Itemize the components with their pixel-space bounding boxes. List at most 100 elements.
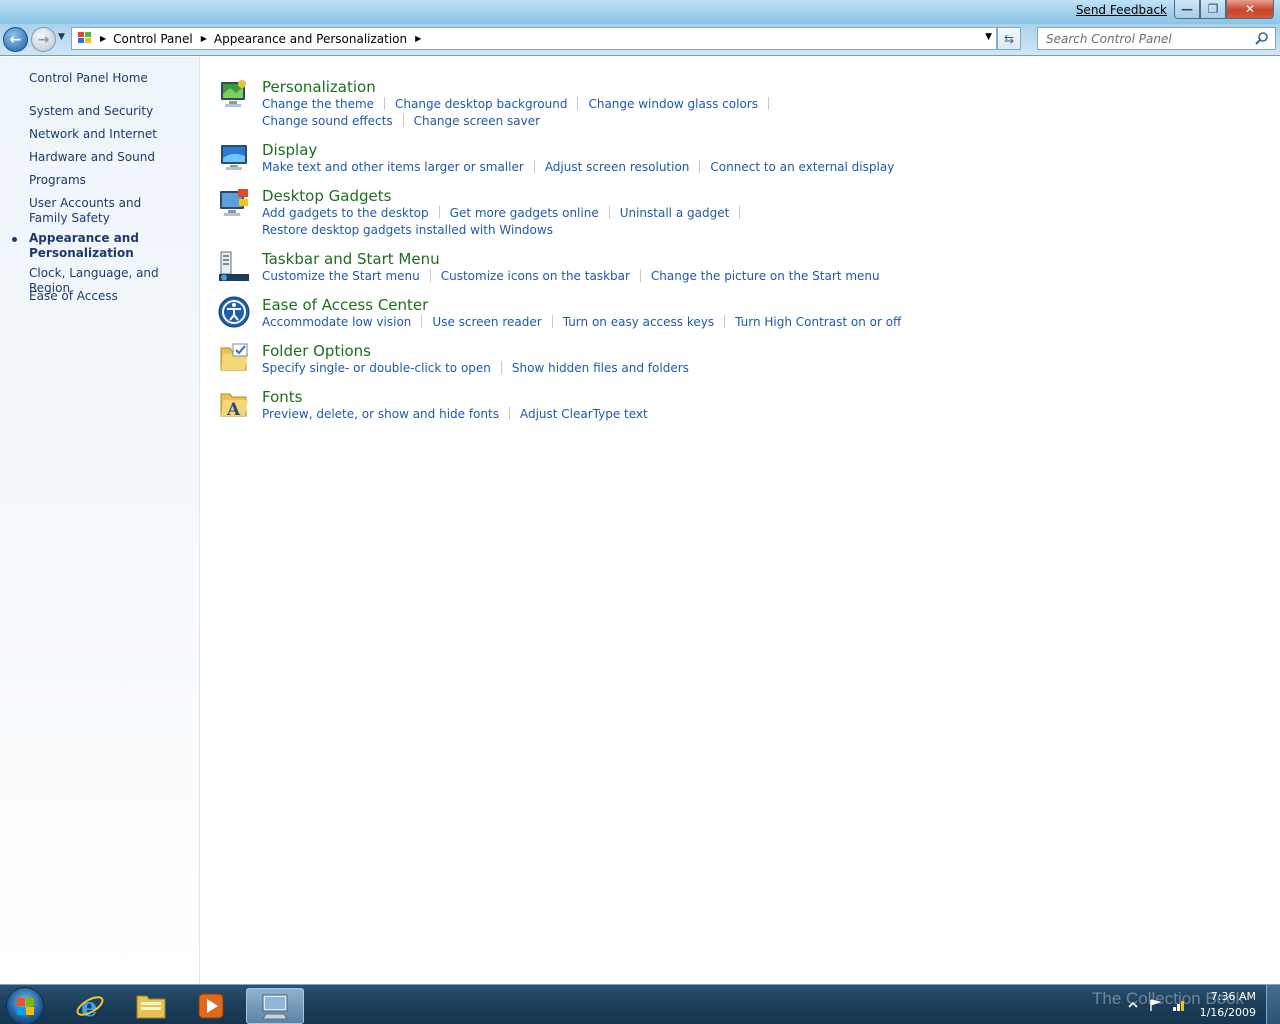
search-input[interactable]: Search Control Panel <box>1037 27 1276 50</box>
personalization-links-row-2: Change sound effects Change screen saver <box>262 114 540 128</box>
breadcrumb-separator-icon[interactable]: ▶ <box>100 34 106 43</box>
show-hidden-files-link[interactable]: Show hidden files and folders <box>512 361 689 375</box>
taskbar: e The Collection Book 7:36 AM 1/16/2009 <box>0 984 1280 1024</box>
easy-access-keys-link[interactable]: Turn on easy access keys <box>563 315 714 329</box>
change-desktop-background-link[interactable]: Change desktop background <box>395 97 567 111</box>
high-contrast-link[interactable]: Turn High Contrast on or off <box>735 315 901 329</box>
add-gadgets-link[interactable]: Add gadgets to the desktop <box>262 206 429 220</box>
clock-date: 1/16/2009 <box>1199 1006 1256 1019</box>
link-divider <box>577 97 579 110</box>
folder-options-icon <box>220 343 248 371</box>
left-navigation-pane: Control Panel Home System and Security N… <box>0 57 200 984</box>
accommodate-low-vision-link[interactable]: Accommodate low vision <box>262 315 411 329</box>
link-divider <box>384 97 386 110</box>
sidebar-item-user-accounts[interactable]: User Accounts and Family Safety <box>29 196 179 226</box>
taskbar-links-row-1: Customize the Start menu Customize icons … <box>262 269 880 283</box>
sidebar-item-appearance-current: Appearance and Personalization <box>29 231 139 260</box>
search-icon[interactable] <box>1255 31 1269 45</box>
customize-taskbar-icons-link[interactable]: Customize icons on the taskbar <box>441 269 630 283</box>
sidebar-item-hardware-sound[interactable]: Hardware and Sound <box>29 150 194 165</box>
address-dropdown-icon[interactable]: ▼ <box>985 32 992 42</box>
desktop-gadgets-title[interactable]: Desktop Gadgets <box>262 187 391 205</box>
link-divider <box>429 269 431 282</box>
link-divider <box>739 206 741 219</box>
current-page-bullet-icon <box>12 237 17 242</box>
folder-options-title[interactable]: Folder Options <box>262 342 371 360</box>
tray-clock[interactable]: 7:36 AM 1/16/2009 <box>1200 989 1256 1021</box>
ease-of-access-center-title[interactable]: Ease of Access Center <box>262 296 428 314</box>
change-theme-link[interactable]: Change the theme <box>262 97 374 111</box>
personalization-title[interactable]: Personalization <box>262 78 376 96</box>
show-desktop-button[interactable] <box>1266 985 1280 1024</box>
taskbar-windows-explorer[interactable] <box>122 988 180 1024</box>
change-start-menu-picture-link[interactable]: Change the picture on the Start menu <box>651 269 880 283</box>
forward-button[interactable]: → <box>31 27 56 52</box>
sidebar-item-ease-of-access[interactable]: Ease of Access <box>29 289 194 304</box>
gadgets-links-row-2: Restore desktop gadgets installed with W… <box>262 223 553 237</box>
gadgets-icon <box>220 189 248 216</box>
change-screen-saver-link[interactable]: Change screen saver <box>414 114 541 128</box>
clock-time: 7:36 AM <box>1210 990 1256 1003</box>
link-divider <box>767 97 769 110</box>
navigation-bar: ← → ▼ ▶ Control Panel ▶ Appearance and P… <box>0 24 1280 56</box>
media-player-icon <box>198 993 224 1019</box>
preview-fonts-link[interactable]: Preview, delete, or show and hide fonts <box>262 407 499 421</box>
uninstall-gadget-link[interactable]: Uninstall a gadget <box>620 206 730 220</box>
display-icon <box>221 145 247 170</box>
customize-start-menu-link[interactable]: Customize the Start menu <box>262 269 420 283</box>
taskbar-internet-explorer[interactable]: e <box>61 988 119 1024</box>
change-window-glass-colors-link[interactable]: Change window glass colors <box>588 97 758 111</box>
maximize-button[interactable]: ❐ <box>1200 0 1226 19</box>
link-divider <box>500 361 502 374</box>
adjust-screen-resolution-link[interactable]: Adjust screen resolution <box>545 160 690 174</box>
personalization-icon <box>221 80 246 107</box>
recent-pages-dropdown[interactable]: ▼ <box>58 32 65 42</box>
svg-text:A: A <box>226 400 241 420</box>
use-screen-reader-link[interactable]: Use screen reader <box>432 315 541 329</box>
adjust-cleartype-link[interactable]: Adjust ClearType text <box>520 407 648 421</box>
fonts-title[interactable]: Fonts <box>262 388 302 406</box>
action-center-flag-icon[interactable] <box>1148 998 1162 1012</box>
breadcrumb-separator-icon[interactable]: ▶ <box>415 34 421 43</box>
minimize-button[interactable]: — <box>1174 0 1200 19</box>
windows-logo-icon <box>26 1007 34 1015</box>
ease-of-access-icon <box>218 296 250 328</box>
fonts-links-row-1: Preview, delete, or show and hide fonts A… <box>262 407 648 421</box>
taskbar-media-player[interactable] <box>182 988 240 1024</box>
refresh-icon: ⇆ <box>1003 31 1015 46</box>
make-text-larger-link[interactable]: Make text and other items larger or smal… <box>262 160 524 174</box>
ease-access-links-row-1: Accommodate low vision Use screen reader T… <box>262 315 901 329</box>
connect-external-display-link[interactable]: Connect to an external display <box>710 160 894 174</box>
window-title-bar: Send Feedback — ❐ ✕ <box>0 0 1280 24</box>
send-feedback-link[interactable]: Send Feedback <box>1076 3 1167 17</box>
start-button[interactable] <box>6 987 44 1024</box>
refresh-button[interactable]: ⇆ <box>997 27 1021 50</box>
link-divider <box>438 206 440 219</box>
single-double-click-link[interactable]: Specify single- or double-click to open <box>262 361 491 375</box>
personalization-links-row-1: Change the theme Change desktop backgroun… <box>262 97 779 111</box>
change-sound-effects-link[interactable]: Change sound effects <box>262 114 393 128</box>
link-divider <box>421 315 423 328</box>
control-panel-icon <box>262 994 288 1020</box>
close-button[interactable]: ✕ <box>1226 0 1274 19</box>
network-icon[interactable] <box>1172 998 1186 1012</box>
display-links-row-1: Make text and other items larger or smal… <box>262 160 894 174</box>
link-divider <box>608 206 610 219</box>
get-more-gadgets-link[interactable]: Get more gadgets online <box>450 206 599 220</box>
show-hidden-icons-icon[interactable] <box>1126 998 1140 1012</box>
control-panel-home-link[interactable]: Control Panel Home <box>29 71 194 86</box>
address-bar[interactable]: ▶ Control Panel ▶ Appearance and Persona… <box>71 27 997 50</box>
maximize-icon: ❐ <box>1207 2 1219 16</box>
sidebar-item-system-security[interactable]: System and Security <box>29 104 194 119</box>
sidebar-item-network-internet[interactable]: Network and Internet <box>29 127 194 142</box>
folder-options-links-row-1: Specify single- or double-click to open S… <box>262 361 689 375</box>
breadcrumb-separator-icon[interactable]: ▶ <box>201 34 207 43</box>
taskbar-start-menu-title[interactable]: Taskbar and Start Menu <box>262 250 440 268</box>
restore-gadgets-link[interactable]: Restore desktop gadgets installed with W… <box>262 223 553 237</box>
display-title[interactable]: Display <box>262 141 317 159</box>
sidebar-item-programs[interactable]: Programs <box>29 173 194 188</box>
taskbar-control-panel-active[interactable] <box>246 988 304 1024</box>
breadcrumb-appearance[interactable]: Appearance and Personalization <box>214 32 407 46</box>
breadcrumb-control-panel[interactable]: Control Panel <box>113 32 193 46</box>
back-button[interactable]: ← <box>3 27 28 52</box>
